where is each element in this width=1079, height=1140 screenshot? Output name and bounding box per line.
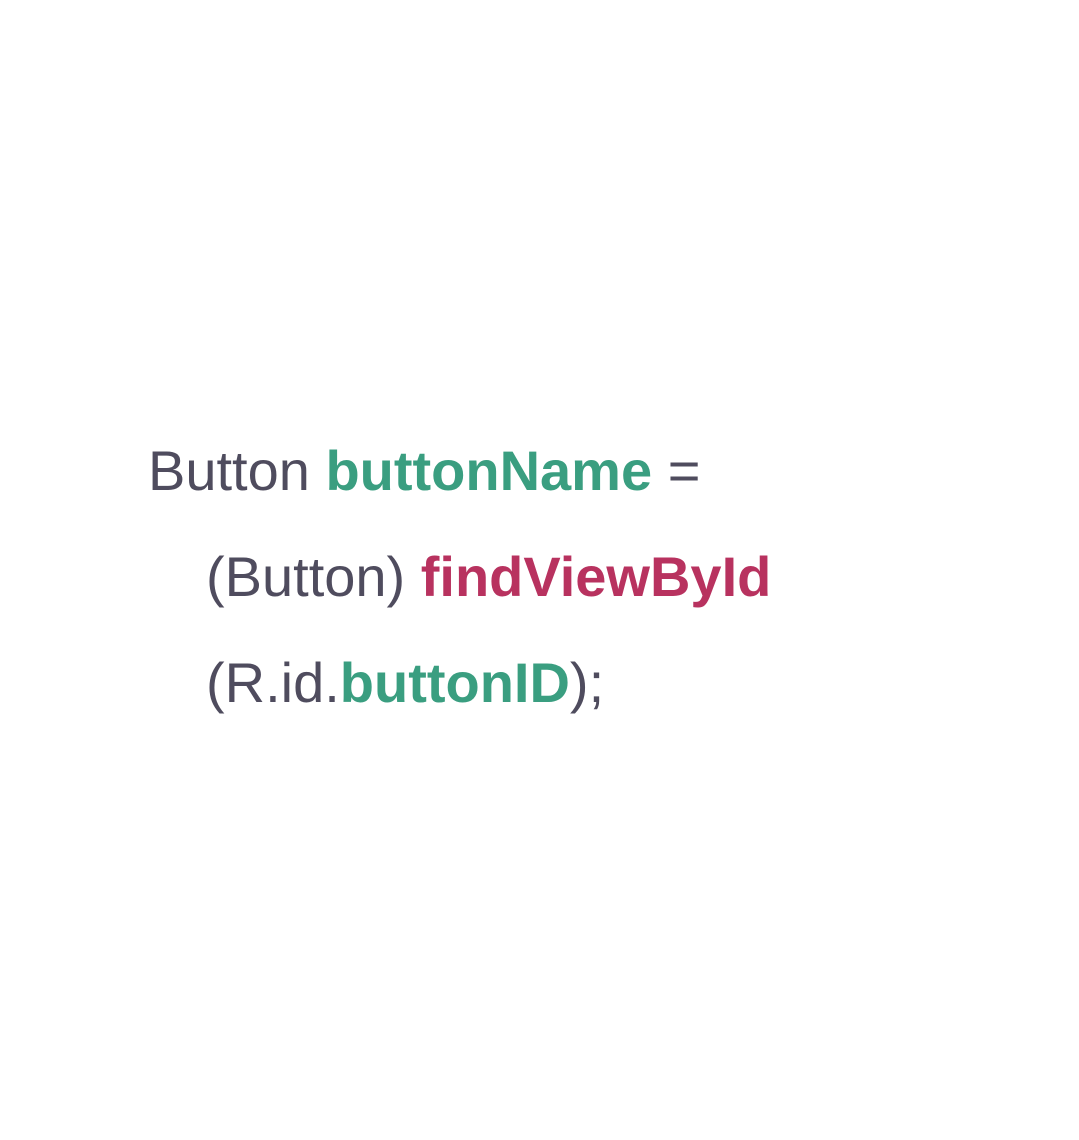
variable-name: buttonName [325,439,653,502]
method-name: findViewById [420,545,772,608]
code-line-3: (R.id.buttonID); [148,630,771,736]
code-line-1: Button buttonName = [148,418,771,524]
statement-end: ); [569,651,605,714]
resource-id: buttonID [339,651,570,714]
type-keyword: Button [148,439,310,502]
resource-prefix: (R.id. [206,651,340,714]
code-snippet: Button buttonName = (Button) findViewByI… [148,418,771,736]
type-cast: (Button) [206,545,406,608]
assignment-operator: = [667,439,701,502]
code-line-2: (Button) findViewById [148,524,771,630]
